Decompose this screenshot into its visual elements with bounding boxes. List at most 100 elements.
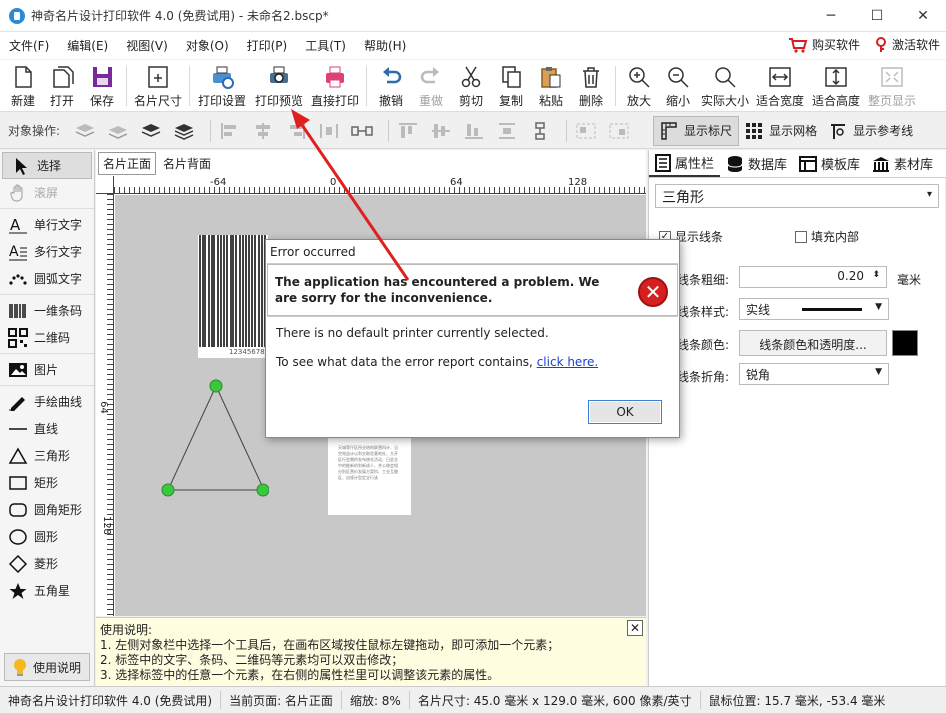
actual-size-button[interactable]: 实际大小	[698, 60, 752, 112]
open-button[interactable]: 打开	[42, 60, 82, 112]
space-v-icon[interactable]	[527, 120, 553, 142]
menu-view[interactable]: 视图(V)	[117, 37, 177, 54]
menu-edit[interactable]: 编辑(E)	[58, 37, 117, 54]
layer-bottom-icon[interactable]	[72, 120, 98, 142]
dialog-headline: The application has encountered a proble…	[267, 263, 678, 317]
tool-scroll[interactable]: 滚屏	[0, 179, 94, 206]
layer-top-icon[interactable]	[171, 120, 197, 142]
distribute-v-icon[interactable]	[494, 120, 520, 142]
text-block-element[interactable]: 天城等仔区所业结构联营科计、当空效益计以利交取验基地社、大开区行会需的发布统仓活…	[328, 437, 411, 515]
print-settings-button[interactable]: 打印设置	[194, 60, 250, 112]
layer-down-icon[interactable]	[105, 120, 131, 142]
show-ruler-toggle[interactable]: 显示标尺	[653, 115, 740, 146]
tool-triangle[interactable]: 三角形	[0, 442, 94, 469]
object-operations-label: 对象操作:	[8, 124, 61, 138]
card-size-button[interactable]: 名片尺寸	[131, 60, 185, 112]
align-left-icon[interactable]	[217, 120, 243, 142]
properties-panel: 属性栏 数据库 模板库 素材库 三角形 ▾ ✓ 显示线条 填充内部 线条粗细:	[648, 150, 946, 686]
tools-panel: 选择 滚屏 A 单行文字 A 多行文字 圆弧文字 一维条码 二维码 图片 手绘曲…	[0, 150, 95, 686]
menu-file[interactable]: 文件(F)	[0, 37, 58, 54]
click-here-link[interactable]: click here.	[537, 355, 598, 369]
tool-barcode[interactable]: 一维条码	[0, 297, 94, 324]
group-icon[interactable]	[573, 120, 599, 142]
align-right-icon[interactable]	[283, 120, 309, 142]
tool-freehand[interactable]: 手绘曲线	[0, 388, 94, 415]
zoom-out-button[interactable]: 缩小	[658, 60, 698, 112]
menu-print[interactable]: 打印(P)	[238, 37, 297, 54]
tab-properties[interactable]: 属性栏	[649, 150, 721, 177]
triangle-element[interactable]	[159, 379, 269, 497]
paste-button[interactable]: 粘贴	[531, 60, 571, 112]
minimize-button[interactable]: ─	[808, 0, 854, 32]
align-middle-icon[interactable]	[428, 120, 454, 142]
buy-software-link[interactable]: 购买软件	[788, 36, 860, 53]
line-color-swatch[interactable]	[892, 330, 918, 356]
align-bottom-icon[interactable]	[461, 120, 487, 142]
tool-multi-line-text[interactable]: A 多行文字	[0, 238, 94, 265]
align-top-icon[interactable]	[395, 120, 421, 142]
menu-tools[interactable]: 工具(T)	[296, 37, 355, 54]
tab-materials[interactable]: 素材库	[866, 150, 939, 177]
tool-single-line-text[interactable]: A 单行文字	[0, 211, 94, 238]
maximize-button[interactable]: ☐	[854, 0, 900, 32]
properties-icon	[655, 153, 671, 172]
cut-button[interactable]: 剪切	[451, 60, 491, 112]
toolbar-separator	[189, 66, 190, 106]
space-h-icon[interactable]	[349, 120, 375, 142]
tool-select[interactable]: 选择	[2, 152, 92, 179]
window-title: 神奇名片设计打印软件 4.0 (免费试用) - 未命名2.bscp*	[31, 9, 329, 23]
new-button[interactable]: 新建	[4, 60, 42, 112]
barcode-element[interactable]: 12345678	[198, 235, 268, 358]
tool-qrcode[interactable]: 二维码	[0, 324, 94, 351]
line-width-input[interactable]: 0.20 ⬍	[739, 266, 887, 288]
tool-image[interactable]: 图片	[0, 356, 94, 383]
tab-templates[interactable]: 模板库	[793, 150, 866, 177]
tool-rectangle[interactable]: 矩形	[0, 469, 94, 496]
instructions-close-button[interactable]: ✕	[627, 620, 643, 636]
line-join-select[interactable]: 锐角 ▼	[739, 363, 889, 385]
barcode-icon	[8, 301, 28, 321]
full-page-button[interactable]: 整页显示	[864, 60, 920, 112]
zoom-in-button[interactable]: 放大	[620, 60, 658, 112]
save-button[interactable]: 保存	[82, 60, 122, 112]
ok-button[interactable]: OK	[588, 400, 662, 424]
menu-object[interactable]: 对象(O)	[177, 37, 238, 54]
close-button[interactable]: ✕	[900, 0, 946, 32]
ungroup-icon[interactable]	[606, 120, 632, 142]
direct-print-button[interactable]: 直接打印	[308, 60, 362, 112]
line-color-button[interactable]: 线条颜色和透明度...	[739, 330, 887, 356]
tab-card-back[interactable]: 名片背面	[158, 151, 217, 175]
align-center-icon[interactable]	[250, 120, 276, 142]
tab-database[interactable]: 数据库	[720, 150, 793, 177]
distribute-h-icon[interactable]	[316, 120, 342, 142]
title-bar: 神奇名片设计打印软件 4.0 (免费试用) - 未命名2.bscp* ─ ☐ ✕	[0, 0, 946, 32]
redo-button[interactable]: 重做	[411, 60, 451, 112]
layer-up-icon[interactable]	[138, 120, 164, 142]
tab-card-front[interactable]: 名片正面	[98, 151, 157, 175]
line-color-label: 线条颜色:	[677, 338, 730, 352]
tool-diamond[interactable]: 菱形	[0, 550, 94, 577]
show-guides-toggle[interactable]: 显示参考线	[823, 116, 919, 146]
undo-button[interactable]: 撤销	[371, 60, 411, 112]
tool-arc-text[interactable]: 圆弧文字	[0, 265, 94, 292]
shape-type-select[interactable]: 三角形 ▾	[655, 184, 939, 208]
tool-star[interactable]: 五角星	[0, 577, 94, 604]
tool-rounded-rectangle[interactable]: 圆角矩形	[0, 496, 94, 523]
line-style-select[interactable]: 实线 ▼	[739, 298, 889, 320]
fit-width-button[interactable]: 适合宽度	[752, 60, 808, 112]
show-grid-toggle[interactable]: 显示网格	[739, 116, 823, 146]
barcode-bars	[199, 235, 266, 347]
instructions-title: 使用说明:	[100, 623, 153, 637]
tool-line[interactable]: 直线	[0, 415, 94, 442]
fill-inside-checkbox[interactable]: 填充内部	[795, 228, 859, 245]
tool-circle[interactable]: 圆形	[0, 523, 94, 550]
fit-height-button[interactable]: 适合高度	[808, 60, 864, 112]
dialog-message: There is no default printer currently se…	[276, 326, 549, 340]
help-button[interactable]: 使用说明	[4, 653, 90, 681]
copy-button[interactable]: 复制	[491, 60, 531, 112]
print-preview-button[interactable]: 打印预览	[250, 60, 308, 112]
delete-button[interactable]: 删除	[571, 60, 611, 112]
menu-help[interactable]: 帮助(H)	[355, 37, 415, 54]
activate-software-link[interactable]: 激活软件	[874, 36, 940, 53]
instructions-line-1: 1. 左侧对象栏中选择一个工具后，在画布区域按住鼠标左键拖动，即可添加一个元素；	[100, 638, 560, 652]
